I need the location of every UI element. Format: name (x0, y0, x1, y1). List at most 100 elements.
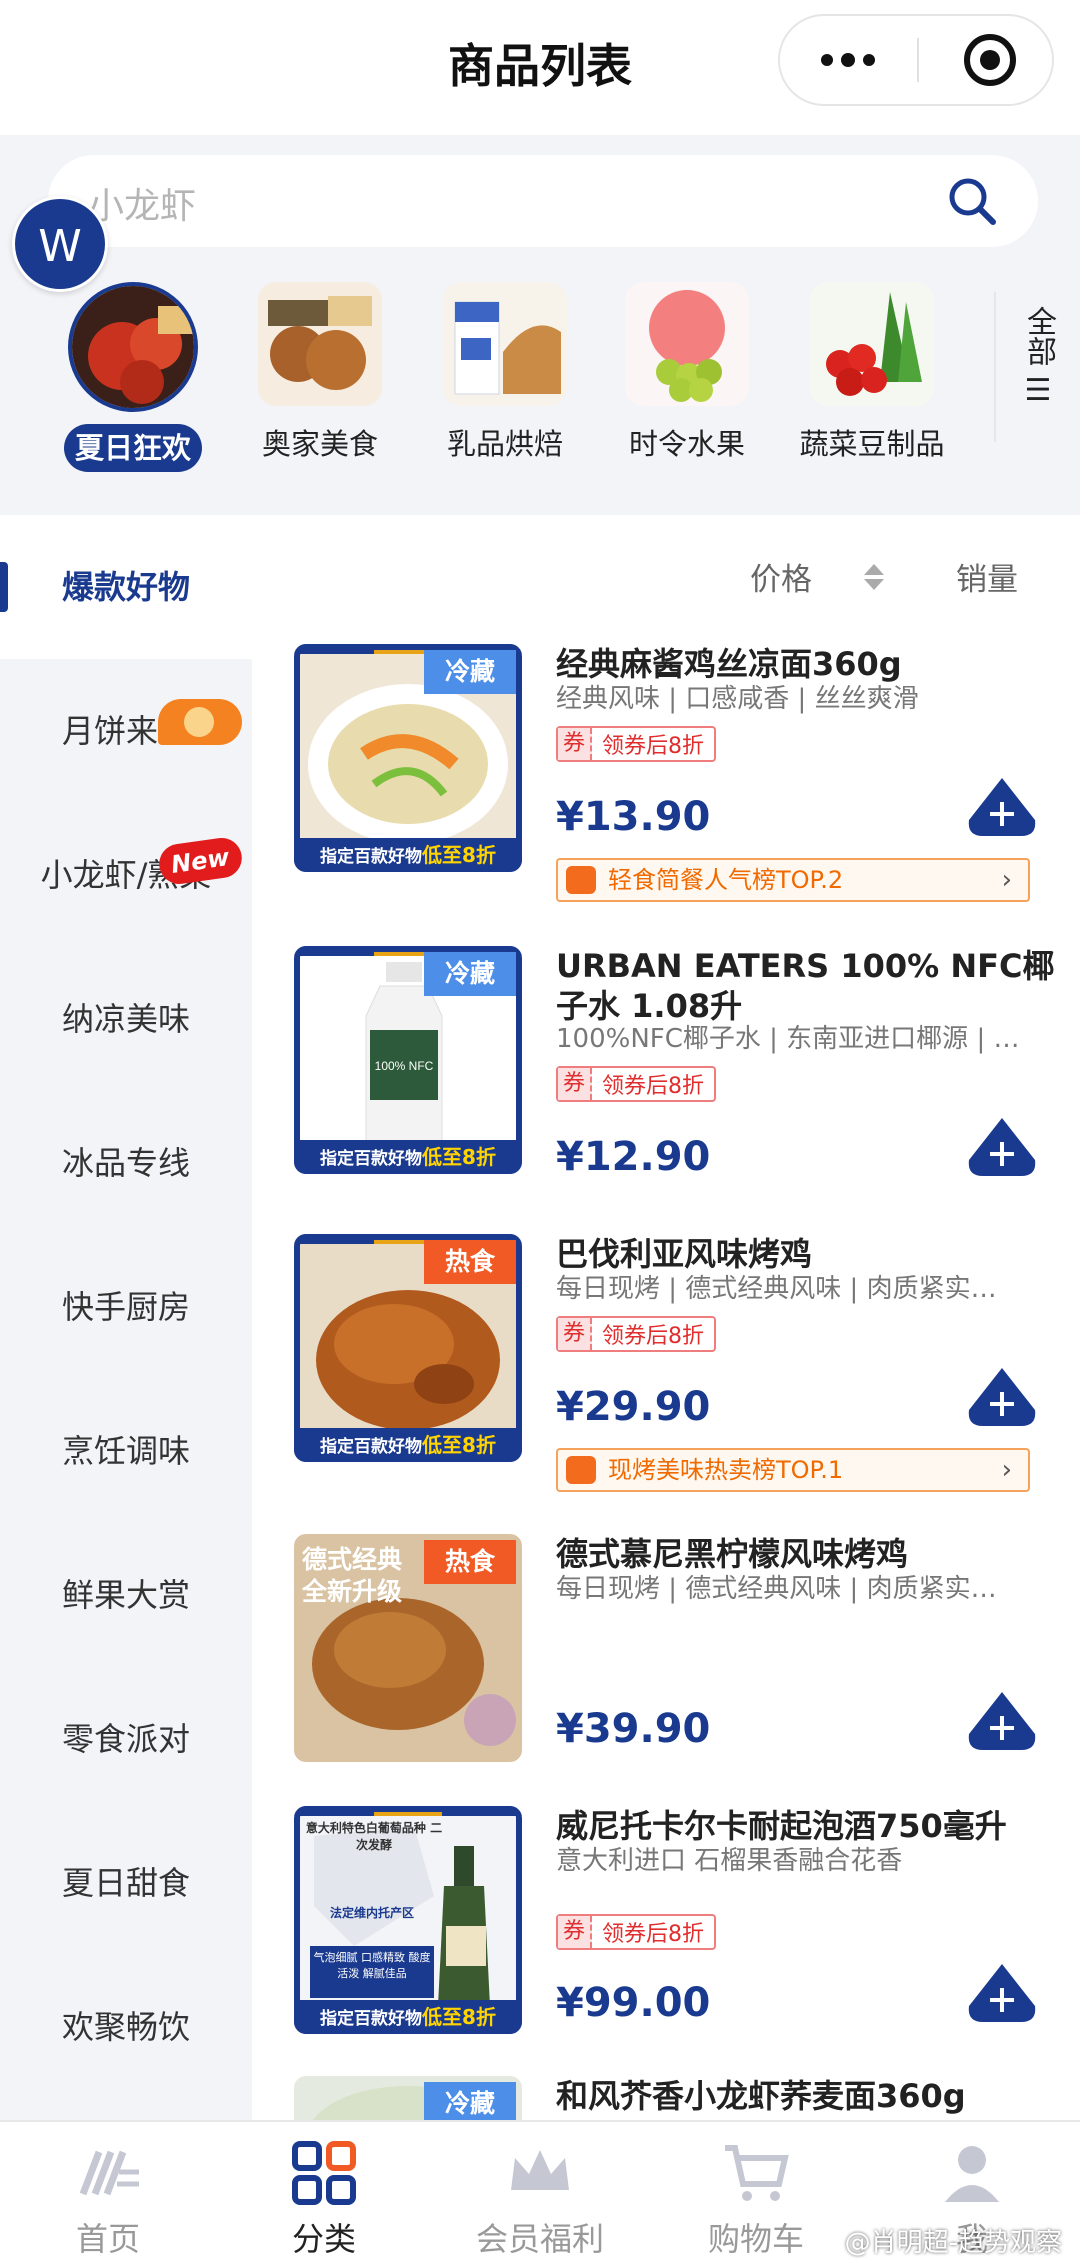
product-name[interactable]: URBAN EATERS 100% NFC椰子水 1.08升 (556, 946, 1056, 1026)
milk-bread-image (443, 282, 567, 406)
product-price: ¥99.00 (556, 1980, 711, 2026)
coupon-badge: 券领券后8折 (556, 726, 716, 762)
sidebar-item-hot[interactable]: 爆款好物 (0, 515, 252, 659)
product-image[interactable]: 冷藏 (294, 2076, 522, 2120)
product-card[interactable]: 德式经典 全新升级 热食 德式慕尼黑柠檬风味烤鸡 每日现烤 | 德式经典风味 |… (294, 1534, 1054, 1764)
ranking-text: 现烤美味热卖榜TOP.1 (608, 1456, 844, 1484)
category-item[interactable]: 蔬菜豆制品 (797, 282, 947, 468)
avatar[interactable]: W (12, 196, 108, 292)
ranking-bar[interactable]: 现烤美味热卖榜TOP.1 › (556, 1448, 1030, 1492)
sidebar-item-quick-kitchen[interactable]: 快手厨房 (0, 1235, 252, 1379)
sidebar-item-ice[interactable]: 冰品专线 (0, 1091, 252, 1235)
product-card[interactable]: 热食 指定百款好物低至8折 巴伐利亚风味烤鸡 每日现烤 | 德式经典风味 | 肉… (294, 1234, 1054, 1494)
nav-header: 商品列表 (0, 0, 1080, 130)
sidebar-item-mooncake[interactable]: 月饼来了 (0, 659, 252, 803)
ranking-bar[interactable]: 轻食简餐人气榜TOP.2 › (556, 858, 1030, 902)
category-item[interactable]: 夏日狂欢 (58, 282, 208, 472)
tab-member[interactable]: 会员福利 (432, 2122, 648, 2266)
plus-icon (968, 778, 1036, 836)
all-categories-button[interactable]: 全部 ☰ (994, 292, 1080, 442)
sidebar-item-fruit[interactable]: 鲜果大赏 (0, 1523, 252, 1667)
product-name[interactable]: 威尼托卡尔卡耐起泡酒750毫升 (556, 1806, 1056, 1846)
tab-label: 会员福利 (475, 2220, 604, 2258)
sort-bar: 价格 销量 (252, 540, 1080, 610)
hot-tag: 热食 (424, 1540, 516, 1584)
hot-tag: 热食 (424, 1240, 516, 1284)
product-image[interactable]: 热食 指定百款好物低至8折 (294, 1234, 522, 1462)
tab-cart[interactable]: 购物车 (648, 2122, 864, 2266)
tab-label: 分类 (291, 2220, 356, 2258)
product-image[interactable]: 冷藏 指定百款好物低至8折 (294, 644, 522, 872)
product-desc: 100%NFC椰子水 | 东南亚进口椰源 | … (556, 1024, 1020, 1054)
category-label: 蔬菜豆制品 (799, 427, 945, 461)
product-price: ¥12.90 (556, 1134, 711, 1180)
coupon-badge: 券领券后8折 (556, 1914, 716, 1950)
product-name[interactable]: 经典麻酱鸡丝凉面360g (556, 644, 1056, 684)
product-price: ¥13.90 (556, 794, 711, 840)
sidebar-item-dessert[interactable]: 夏日甜食 (0, 1811, 252, 1955)
close-miniprogram-icon[interactable] (964, 34, 1016, 86)
sort-arrows-icon[interactable] (864, 564, 884, 590)
sidebar-item-crayfish[interactable]: 小龙虾/熟菜 New (0, 803, 252, 947)
product-card[interactable]: 冷藏 指定百款好物低至8折 经典麻酱鸡丝凉面360g 经典风味 | 口感咸香 |… (294, 644, 1054, 904)
grid-icon (289, 2138, 359, 2208)
product-desc: 每日现烤 | 德式经典风味 | 肉质紧实… (556, 1274, 997, 1304)
watermark-text: @肖明超-趋势观察 (844, 2228, 1062, 2258)
product-desc: 每日现烤 | 德式经典风味 | 肉质紧实… (556, 1574, 997, 1604)
product-card[interactable]: 100% NFC 冷藏 指定百款好物低至8折 URBAN EATERS 100%… (294, 946, 1056, 1180)
product-card[interactable]: 冷藏 和风芥香小龙虾荞麦面360g (294, 2076, 1054, 2120)
add-to-cart-button[interactable] (967, 1690, 1037, 1752)
tab-label: 购物车 (707, 2220, 804, 2258)
sidebar-item-seasoning[interactable]: 烹饪调味 (0, 1379, 252, 1523)
sort-sales-button[interactable]: 销量 (956, 554, 1018, 599)
add-to-cart-button[interactable] (967, 1962, 1037, 2024)
category-label: 奥家美食 (261, 427, 378, 461)
tab-home[interactable]: 首页 (0, 2122, 216, 2266)
plus-icon (968, 1368, 1036, 1426)
all-categories-label: 全部 (1021, 306, 1056, 366)
sidebar-item-drinks[interactable]: 欢聚畅饮 (0, 1955, 252, 2099)
product-price: ¥29.90 (556, 1384, 711, 1430)
ranking-text: 轻食简餐人气榜TOP.2 (608, 866, 844, 894)
user-icon (937, 2138, 1007, 2208)
add-to-cart-button[interactable] (967, 776, 1037, 838)
sidebar-item-cool[interactable]: 纳凉美味 (0, 947, 252, 1091)
category-item[interactable]: 奥家美食 (245, 282, 395, 468)
product-name[interactable]: 巴伐利亚风味烤鸡 (556, 1234, 1056, 1274)
add-to-cart-button[interactable] (967, 1116, 1037, 1178)
category-label: 时令水果 (628, 427, 745, 461)
product-image[interactable]: 意大利特色白葡萄品种 二次发酵 法定维内托产区 气泡细腻 口感精致 酸度活泼 解… (294, 1806, 522, 2034)
vegetables-image (810, 282, 934, 406)
more-menu-icon[interactable] (780, 16, 916, 104)
menu-lines-icon: ☰ (1024, 373, 1052, 408)
add-to-cart-button[interactable] (967, 1366, 1037, 1428)
hot-ranking-icon (566, 1456, 596, 1484)
cold-tag: 冷藏 (424, 952, 516, 996)
sort-price-button[interactable]: 价格 (750, 554, 812, 599)
tab-category[interactable]: 分类 (216, 2122, 432, 2266)
plus-icon (968, 1118, 1036, 1176)
category-strip: 夏日狂欢 奥家美食 乳品烘焙 时令水果 蔬菜豆制品 全部 ☰ (0, 282, 1080, 482)
product-image[interactable]: 德式经典 全新升级 热食 (294, 1534, 522, 1762)
product-card[interactable]: 意大利特色白葡萄品种 二次发酵 法定维内托产区 气泡细腻 口感精致 酸度活泼 解… (294, 1806, 1054, 2038)
promo-strip: 指定百款好物低至8折 (294, 838, 522, 872)
new-badge: New (157, 835, 245, 887)
sidebar-item-snacks[interactable]: 零食派对 (0, 1667, 252, 1811)
search-icon[interactable] (946, 175, 998, 227)
ranking-icon (566, 866, 596, 894)
capsule-divider (917, 38, 919, 82)
promo-strip: 指定百款好物低至8折 (294, 1428, 522, 1462)
category-sidebar: 爆款好物 月饼来了 小龙虾/熟菜 New 纳凉美味 冰品专线 快手厨房 烹饪调味… (0, 515, 252, 2120)
category-item[interactable]: 时令水果 (612, 282, 762, 468)
product-name[interactable]: 德式慕尼黑柠檬风味烤鸡 (556, 1534, 1056, 1574)
crayfish-image (68, 282, 198, 412)
search-input[interactable]: 小龙虾 (88, 177, 196, 229)
fruit-image (625, 282, 749, 406)
category-label: 夏日狂欢 (64, 424, 202, 472)
product-name[interactable]: 和风芥香小龙虾荞麦面360g (556, 2076, 1054, 2116)
product-image[interactable]: 100% NFC 冷藏 指定百款好物低至8折 (294, 946, 522, 1174)
category-label: 乳品烘焙 (446, 427, 563, 461)
product-desc: 经典风味 | 口感咸香 | 丝丝爽滑 (556, 684, 919, 714)
category-item[interactable]: 乳品烘焙 (430, 282, 580, 468)
search-bar[interactable]: 小龙虾 (48, 155, 1038, 247)
